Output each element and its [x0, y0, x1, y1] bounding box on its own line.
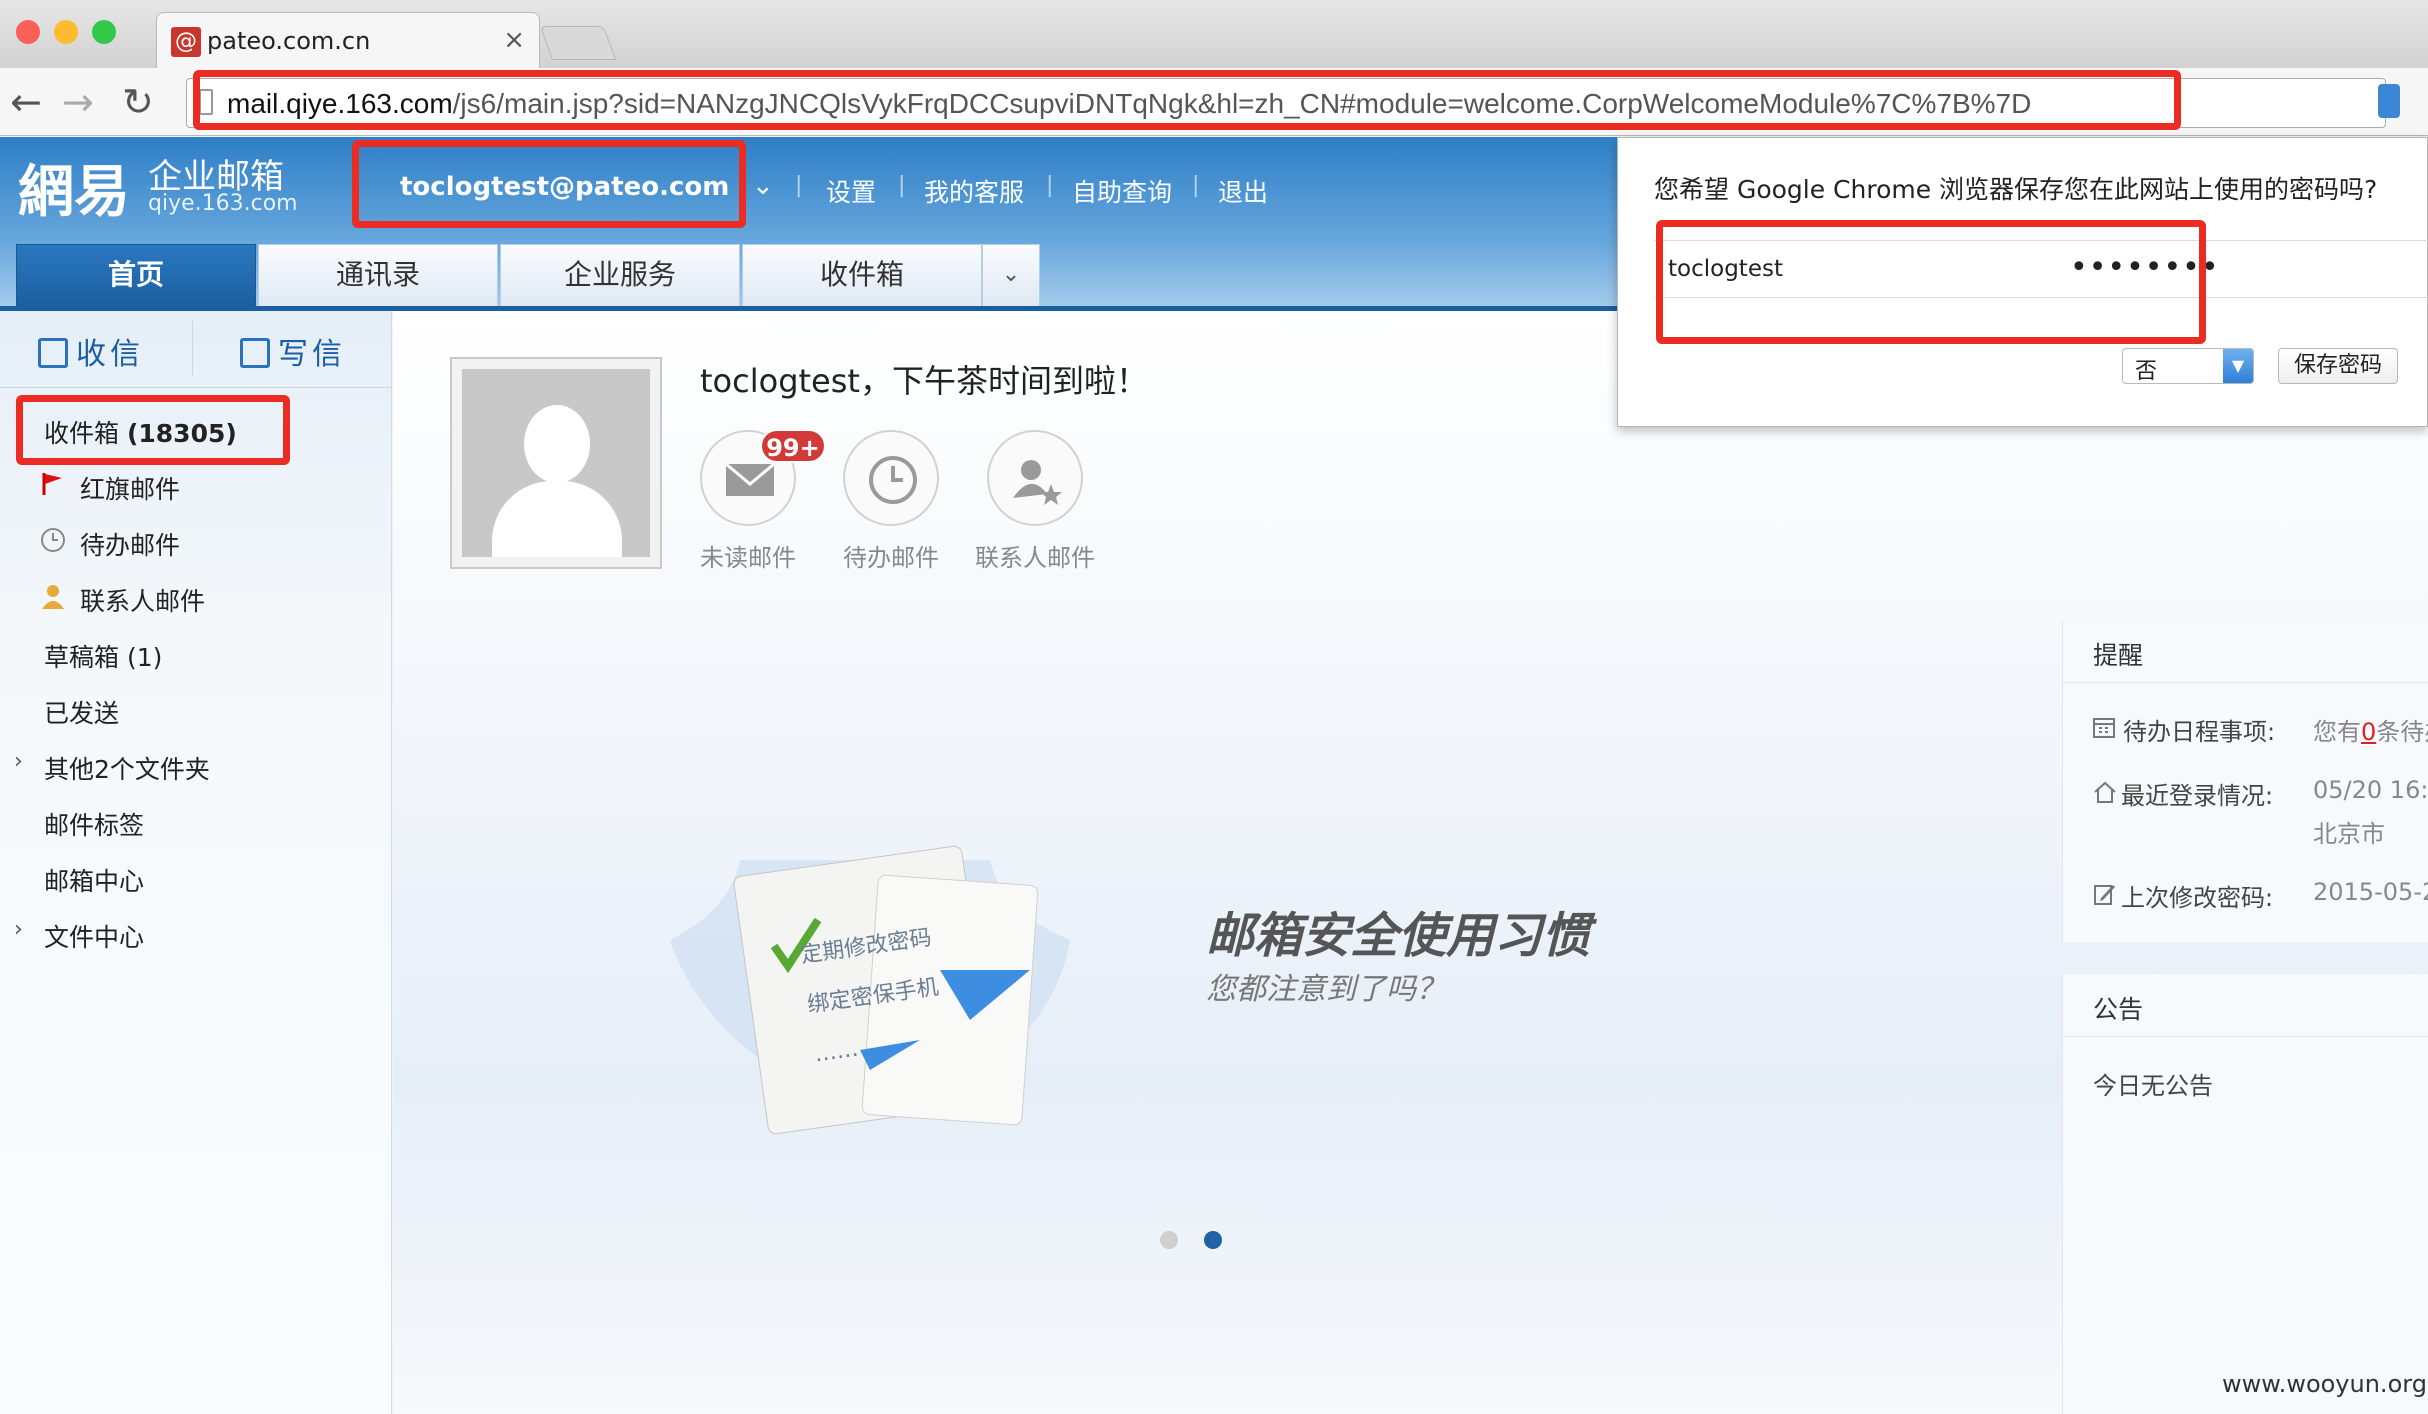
minimize-window-button[interactable] — [54, 20, 78, 44]
avatar-placeholder-icon — [462, 369, 650, 557]
edit-icon — [2094, 885, 2115, 905]
contact-mail-label[interactable]: 联系人邮件 — [975, 538, 1095, 573]
tab-home[interactable]: 首页 — [16, 244, 256, 306]
tab-close-icon[interactable]: × — [503, 25, 525, 55]
password-key-icon[interactable] — [2378, 84, 2400, 118]
logo-mark: 網易 — [18, 159, 130, 225]
notice-title: 公告 — [2093, 995, 2144, 1024]
receive-button[interactable]: 收信 — [38, 329, 144, 373]
expand-arrow-icon[interactable]: › — [14, 749, 23, 774]
browser-tab[interactable]: @ pateo.com.cn × — [156, 12, 540, 70]
folder-file-center[interactable]: 文件中心 — [44, 918, 144, 954]
folder-mailbox-center[interactable]: 邮箱中心 — [44, 862, 144, 898]
save-password-button[interactable]: 保存密码 — [2278, 348, 2398, 384]
divider — [2063, 682, 2428, 683]
divider — [192, 321, 193, 377]
tab-enterprise-services[interactable]: 企业服务 — [500, 244, 740, 306]
divider — [2063, 1036, 2428, 1037]
notice-panel: 公告 今日无公告 — [2062, 974, 2428, 1414]
expand-arrow-icon[interactable]: › — [14, 917, 23, 942]
compose-button[interactable]: 写信 — [240, 329, 346, 373]
select-value: 否 — [2135, 359, 2158, 384]
browser-titlebar: @ pateo.com.cn × — [0, 0, 2428, 70]
carousel-dot[interactable] — [1160, 1231, 1178, 1249]
avatar[interactable] — [450, 357, 662, 569]
zoom-window-button[interactable] — [92, 20, 116, 44]
security-banner-illustration: 定期修改密码 绑定密保手机 …… — [670, 845, 1070, 1135]
chevron-down-icon[interactable]: ⌄ — [752, 171, 774, 201]
separator: | — [898, 173, 906, 198]
annotation-box-url — [193, 70, 2181, 130]
todo-schedule-label: 待办日程事项: — [2123, 718, 2276, 746]
clock-icon — [41, 528, 65, 552]
last-login-location: 北京市 — [2313, 820, 2385, 848]
separator: | — [1046, 173, 1054, 198]
carousel-dot-active[interactable] — [1204, 1231, 1222, 1249]
divider — [0, 387, 392, 388]
last-login-value: 05/20 16:4 — [2313, 776, 2428, 804]
reminder-panel: 提醒 待办日程事项: 您有0条待办 最近登录情况: 05/20 16:4 北京市… — [2062, 620, 2428, 942]
folder-todo[interactable]: 待办邮件 — [80, 526, 180, 562]
link-self-service[interactable]: 自助查询 — [1072, 173, 1172, 209]
reminder-title: 提醒 — [2093, 641, 2144, 670]
annotation-box-credentials — [1656, 220, 2206, 344]
link-logout[interactable]: 退出 — [1218, 173, 1268, 209]
separator: | — [1192, 173, 1200, 198]
last-login-label: 最近登录情况: — [2121, 782, 2274, 810]
chevron-down-icon: ▼ — [2223, 349, 2253, 383]
unread-badge: 99+ — [760, 429, 826, 463]
home-icon — [2094, 781, 2116, 803]
todo-mail-button[interactable] — [843, 430, 939, 526]
link-settings[interactable]: 设置 — [826, 173, 876, 209]
folder-other[interactable]: 其他2个文件夹 — [44, 750, 210, 786]
password-change-label: 上次修改密码: — [2121, 884, 2274, 912]
folder-flagged[interactable]: 红旗邮件 — [80, 470, 180, 506]
calendar-icon — [2093, 718, 2115, 738]
clock-icon — [869, 456, 917, 504]
download-icon — [38, 338, 68, 368]
tab-inbox[interactable]: 收件箱 — [742, 244, 982, 306]
notice-text: 今日无公告 — [2093, 1072, 2213, 1100]
folder-labels[interactable]: 邮件标签 — [44, 806, 144, 842]
todo-mail-label[interactable]: 待办邮件 — [843, 538, 939, 573]
contact-star-icon — [1013, 460, 1062, 505]
contact-mail-button[interactable] — [987, 430, 1083, 526]
back-arrow-icon[interactable]: ← — [10, 78, 42, 126]
save-password-question: 您希望 Google Chrome 浏览器保存您在此网站上使用的密码吗? — [1654, 175, 2378, 204]
tab-title: pateo.com.cn — [207, 27, 371, 55]
watermark: www.wooyun.org — [2222, 1370, 2427, 1398]
banner-title: 邮箱安全使用习惯 — [1206, 908, 1591, 964]
annotation-box-email — [352, 140, 746, 228]
edit-icon — [240, 338, 270, 368]
save-choice-select[interactable]: 否 ▼ — [2122, 348, 2254, 384]
new-tab-button[interactable] — [539, 26, 617, 60]
annotation-box-inbox — [16, 395, 290, 465]
close-window-button[interactable] — [16, 20, 40, 44]
tab-contacts[interactable]: 通讯录 — [258, 244, 498, 306]
favicon-icon: @ — [171, 27, 201, 57]
folder-contacts-mail[interactable]: 联系人邮件 — [80, 582, 205, 618]
todo-schedule-value[interactable]: 您有0条待办 — [2313, 712, 2428, 747]
folder-sent[interactable]: 已发送 — [44, 694, 119, 730]
tab-more-chevron-icon[interactable]: ⌄ — [982, 244, 1040, 306]
separator: | — [795, 173, 803, 198]
logo-domain: qiye.163.com — [148, 191, 298, 216]
forward-arrow-icon[interactable]: → — [62, 78, 94, 126]
contact-person-icon — [42, 585, 64, 609]
folder-drafts[interactable]: 草稿箱 (1) — [44, 638, 162, 674]
password-change-value: 2015-05-20 — [2313, 878, 2428, 906]
sidebar: 收信 写信 收件箱 (18305) 红旗邮件 待办邮件 联系人邮件 草稿箱 (1… — [0, 311, 392, 1414]
reload-icon[interactable]: ↻ — [122, 78, 154, 126]
banner-subtitle: 您都注意到了吗？ — [1206, 972, 1446, 1007]
greeting: toclogtest，下午茶时间到啦！ — [700, 362, 1148, 400]
link-customer-service[interactable]: 我的客服 — [924, 173, 1024, 209]
unread-mail-label[interactable]: 未读邮件 — [700, 538, 796, 573]
red-flag-icon — [42, 473, 62, 495]
